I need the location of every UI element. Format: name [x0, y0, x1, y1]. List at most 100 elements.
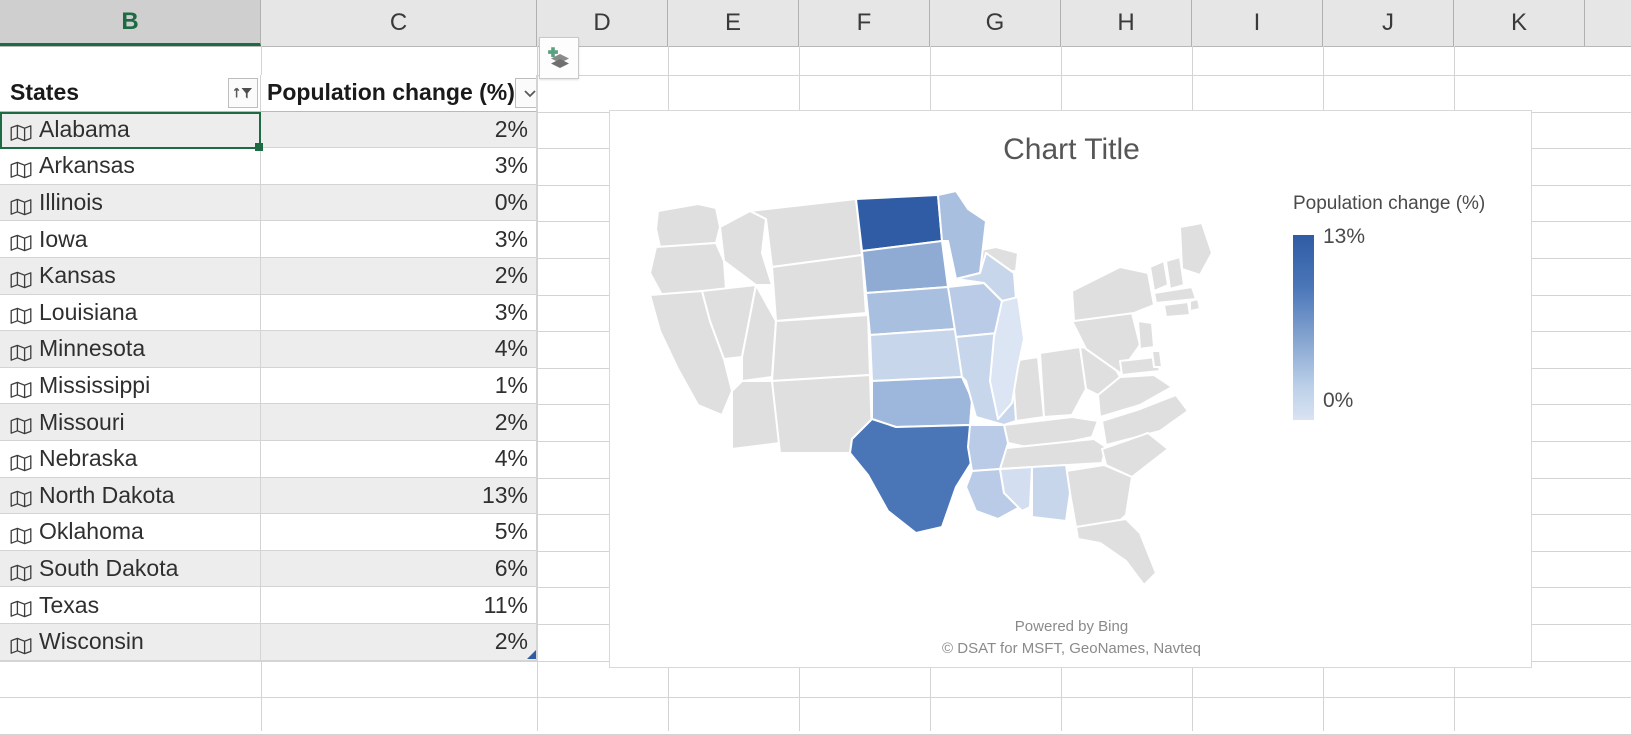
cell-state-name[interactable]: Nebraska: [0, 440, 261, 478]
column-header-c[interactable]: C: [261, 0, 537, 46]
table-row[interactable]: North Dakota 13%: [0, 477, 537, 515]
table-resize-handle[interactable]: [527, 650, 536, 659]
cell-population-change[interactable]: 2%: [261, 623, 537, 661]
data-table: States Population change (%) Alabama 2% Ar…: [0, 75, 537, 661]
sort-ascending-filter-icon[interactable]: [228, 77, 258, 108]
cell-population-change[interactable]: 6%: [261, 550, 537, 588]
cell-state-name[interactable]: Arkansas: [0, 148, 261, 185]
cell-state-name[interactable]: Louisiana: [0, 294, 261, 332]
table-row[interactable]: Kansas 2%: [0, 257, 537, 295]
map-region-texas: [849, 418, 977, 534]
filter-dropdown-icon[interactable]: [514, 77, 536, 108]
map-geography-icon: [10, 341, 32, 362]
header-cell-population-change: Population change (%): [261, 75, 537, 112]
table-row[interactable]: Illinois 0%: [0, 184, 537, 222]
column-header-k[interactable]: K: [1454, 0, 1585, 46]
chart-legend: Population change (%) 13% 0%: [1293, 193, 1525, 523]
column-header-h[interactable]: H: [1061, 0, 1192, 46]
population-change-value: 5%: [494, 518, 528, 545]
layers-plus-icon[interactable]: [539, 37, 579, 79]
map-chart[interactable]: Chart Title Population change (%) 13% 0%…: [609, 110, 1532, 668]
cell-state-name[interactable]: South Dakota: [0, 550, 261, 588]
state-name-label: Wisconsin: [39, 628, 144, 655]
state-name-label: Illinois: [39, 189, 103, 216]
cell-state-name[interactable]: Missouri: [0, 404, 261, 441]
cell-population-change[interactable]: 13%: [261, 477, 537, 515]
cell-state-name[interactable]: Mississippi: [0, 367, 261, 405]
cell-state-name[interactable]: Alabama: [0, 111, 261, 149]
population-change-value: 13%: [481, 481, 528, 508]
table-rows: Alabama 2% Arkansas 3% Illinois 0% Iowa 3% Kansa…: [0, 111, 537, 661]
state-name-label: Alabama: [39, 115, 130, 142]
table-row[interactable]: Nebraska 4%: [0, 440, 537, 478]
table-row[interactable]: Arkansas 3%: [0, 148, 537, 185]
table-row[interactable]: Texas 11%: [0, 587, 537, 624]
column-header-j[interactable]: J: [1323, 0, 1454, 46]
state-name-label: Missouri: [39, 408, 125, 435]
cell-population-change[interactable]: 4%: [261, 440, 537, 478]
cell-population-change[interactable]: 11%: [261, 587, 537, 624]
cell-population-change[interactable]: 2%: [261, 257, 537, 295]
cell-state-name[interactable]: North Dakota: [0, 477, 261, 515]
cell-state-name[interactable]: Iowa: [0, 221, 261, 258]
population-change-value: 2%: [494, 408, 528, 435]
state-name-label: Mississippi: [39, 372, 151, 399]
cell-population-change[interactable]: 5%: [261, 514, 537, 551]
population-change-value: 3%: [494, 298, 528, 325]
cell-population-change[interactable]: 0%: [261, 184, 537, 222]
fill-handle[interactable]: [255, 143, 263, 151]
table-row[interactable]: Louisiana 3%: [0, 294, 537, 332]
state-name-label: South Dakota: [39, 555, 179, 582]
grid-hline: [0, 697, 1631, 699]
state-name-label: Kansas: [39, 262, 116, 289]
map-geography-icon: [10, 304, 32, 325]
cell-state-name[interactable]: Texas: [0, 587, 261, 624]
state-name-label: Minnesota: [39, 335, 146, 362]
map-geography-icon: [10, 195, 32, 215]
cell-state-name[interactable]: Minnesota: [0, 331, 261, 368]
population-change-value: 6%: [494, 555, 528, 582]
map-geography-icon: [10, 561, 32, 581]
table-row[interactable]: Oklahoma 5%: [0, 514, 537, 551]
cell-state-name[interactable]: Illinois: [0, 184, 261, 222]
cell-population-change[interactable]: 4%: [261, 331, 537, 368]
us-map-graphic[interactable]: [620, 181, 1300, 611]
table-row[interactable]: South Dakota 6%: [0, 550, 537, 588]
table-row[interactable]: Missouri 2%: [0, 404, 537, 441]
table-row[interactable]: Iowa 3%: [0, 221, 537, 258]
map-geography-icon: [10, 487, 32, 508]
map-attribution: Powered by Bing © DSAT for MSFT, GeoName…: [610, 616, 1533, 660]
cell-state-name[interactable]: Kansas: [0, 257, 261, 295]
chart-title[interactable]: Chart Title: [610, 133, 1533, 167]
column-header-f[interactable]: F: [799, 0, 930, 46]
cell-population-change[interactable]: 2%: [261, 111, 537, 149]
state-name-label: Louisiana: [39, 298, 138, 325]
map-geography-icon: [10, 378, 32, 398]
cell-state-name[interactable]: Wisconsin: [0, 623, 261, 661]
column-header-e[interactable]: E: [668, 0, 799, 46]
legend-min-label: 0%: [1323, 389, 1354, 412]
cell-population-change[interactable]: 3%: [261, 221, 537, 258]
state-name-label: Iowa: [39, 225, 88, 252]
cell-state-name[interactable]: Oklahoma: [0, 514, 261, 551]
map-region-oklahoma: [871, 376, 973, 428]
population-change-value: 2%: [494, 628, 528, 655]
attribution-powered-by: Powered by Bing: [1014, 618, 1129, 635]
map-geography-icon: [10, 524, 32, 545]
table-row[interactable]: Minnesota 4%: [0, 331, 537, 368]
table-row[interactable]: Wisconsin 2%: [0, 623, 537, 661]
map-geography-icon: [10, 634, 32, 654]
map-region-kansas: [869, 328, 963, 382]
cell-population-change[interactable]: 3%: [261, 148, 537, 185]
cell-population-change[interactable]: 2%: [261, 404, 537, 441]
cell-population-change[interactable]: 1%: [261, 367, 537, 405]
column-header-g[interactable]: G: [930, 0, 1061, 46]
table-row[interactable]: Mississippi 1%: [0, 367, 537, 405]
population-change-value: 3%: [494, 225, 528, 252]
table-row[interactable]: Alabama 2%: [0, 111, 537, 149]
column-header-b[interactable]: B: [0, 0, 261, 46]
legend-max-label: 13%: [1323, 225, 1366, 248]
population-change-value: 2%: [494, 115, 528, 142]
cell-population-change[interactable]: 3%: [261, 294, 537, 332]
column-header-i[interactable]: I: [1192, 0, 1323, 46]
